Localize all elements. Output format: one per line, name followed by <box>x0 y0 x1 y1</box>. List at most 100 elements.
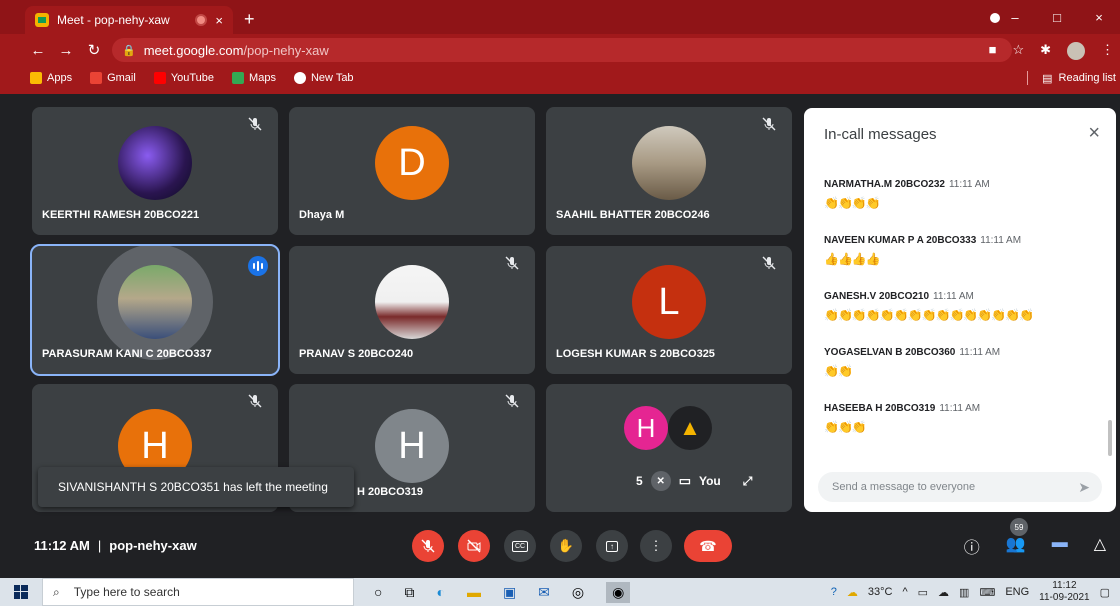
message-text: 👍👍👍👍 <box>824 252 881 266</box>
toolbar-actions: ■ ☆ ✱ ⋮ <box>989 42 1114 60</box>
language-indicator[interactable]: ENG <box>1005 586 1029 598</box>
present-button[interactable]: ↑ <box>596 530 628 562</box>
reload-icon[interactable]: ↻ <box>80 41 108 59</box>
participant-tile[interactable]: PRANAV S 20BCO240 <box>289 246 535 374</box>
hand-icon: ✋ <box>557 538 575 553</box>
chat-icon[interactable]: ▬ <box>1052 534 1068 558</box>
send-icon[interactable]: ➤ <box>1078 479 1090 496</box>
battery-icon: ▭ <box>917 586 929 599</box>
address-bar[interactable]: 🔒 meet.google.com /pop-nehy-xaw <box>112 38 1012 62</box>
meeting-details-icon[interactable]: ⓘ <box>964 534 980 558</box>
back-arrow-icon[interactable]: ← <box>24 42 52 59</box>
chat-message: GANESH.V 20BCO210 11:11 AM 👏👏👏👏👏👏👏👏👏👏👏👏👏👏… <box>824 286 1034 322</box>
bookmark-label: YouTube <box>170 72 215 84</box>
raise-hand-button[interactable]: ✋ <box>550 530 582 562</box>
windows-taskbar: ⌕ Type here to search ○ ⧉ ◐ ▬ ▣ ✉ ◎ ◉ ? … <box>0 578 1120 606</box>
bookmark-maps[interactable]: Maps <box>232 72 276 84</box>
avatar: D <box>375 126 449 200</box>
participant-tile[interactable]: L LOGESH KUMAR S 20BCO325 <box>546 246 792 374</box>
windows-logo-icon <box>14 585 28 599</box>
message-text: 👏👏👏👏 <box>824 196 881 210</box>
bookmark-apps[interactable]: Apps <box>30 72 72 84</box>
windows-start-button[interactable] <box>0 585 42 599</box>
taskbar-clock[interactable]: 11:12 11-09-2021 <box>1039 580 1089 604</box>
reading-list-label: Reading list <box>1058 72 1116 84</box>
close-chat-button[interactable]: × <box>1088 122 1100 145</box>
gmail-icon <box>90 72 103 84</box>
edge-icon[interactable]: ◐ <box>436 584 444 600</box>
camera-icon[interactable]: ■ <box>989 42 997 60</box>
people-icon[interactable]: 👥 <box>1006 534 1026 558</box>
window-controls: – □ × <box>994 0 1120 34</box>
bookmark-new-tab[interactable]: New Tab <box>293 72 354 84</box>
bookmarks-bar: Apps Gmail YouTube Maps New Tab <box>0 66 1120 90</box>
forward-arrow-icon[interactable]: → <box>52 42 80 59</box>
reading-list-button[interactable]: ▤ Reading list <box>1027 71 1116 85</box>
tab-close-icon[interactable]: × <box>215 13 223 28</box>
message-text: 👏👏👏👏👏👏👏👏👏👏👏👏👏👏👏 <box>824 308 1034 322</box>
cortana-icon[interactable]: ○ <box>374 584 382 600</box>
avatar <box>632 126 706 200</box>
profile-avatar[interactable] <box>1067 42 1085 60</box>
participant-tile[interactable]: KEERTHI RAMESH 20BCO221 <box>32 107 278 235</box>
chat-title: In-call messages <box>824 126 937 143</box>
bookmark-gmail[interactable]: Gmail <box>90 72 136 84</box>
tray-chevron-icon[interactable]: ^ <box>902 586 907 598</box>
star-icon[interactable]: ☆ <box>1012 42 1024 60</box>
avatar: H <box>624 406 668 450</box>
minimize-button[interactable]: – <box>994 10 1036 25</box>
task-view-icon[interactable]: ⧉ <box>404 584 414 601</box>
tab-meet[interactable]: Meet - pop-nehy-xaw × <box>25 6 233 34</box>
browser-toolbar: ← → ↻ 🔒 meet.google.com /pop-nehy-xaw ■ … <box>0 34 1120 66</box>
camera-off-icon[interactable]: ▭ <box>679 473 691 489</box>
menu-kebab-icon[interactable]: ⋮ <box>1101 42 1114 60</box>
extensions-icon[interactable]: ✱ <box>1040 42 1051 60</box>
app-icon[interactable]: ◎ <box>572 584 584 601</box>
expand-icon[interactable]: ⤢ <box>743 474 753 489</box>
captions-icon: CC <box>511 540 529 552</box>
mic-off-icon <box>760 117 778 135</box>
mic-off-icon[interactable]: ✕ <box>650 471 671 491</box>
participant-tile[interactable]: D Dhaya M <box>289 107 535 235</box>
participant-name: Dhaya M <box>299 209 345 221</box>
avatar <box>375 265 449 339</box>
bookmark-youtube[interactable]: YouTube <box>153 72 215 84</box>
chat-panel: In-call messages × NARMATHA.M 20BCO232 11… <box>804 108 1116 512</box>
bookmark-label: Gmail <box>107 72 136 84</box>
participant-tile-active-speaker[interactable]: PARASURAM KANI C 20BCO337 <box>30 244 280 376</box>
mic-off-icon <box>421 539 435 553</box>
apps-grid-icon <box>30 72 42 84</box>
mic-off-button[interactable] <box>412 530 444 562</box>
store-icon[interactable]: ▣ <box>503 584 516 601</box>
chat-input[interactable]: Send a message to everyone ➤ <box>818 472 1102 502</box>
maximize-button[interactable]: □ <box>1036 10 1078 25</box>
search-placeholder: Type here to search <box>73 585 180 599</box>
notifications-icon[interactable]: ▢ <box>1100 586 1110 599</box>
activities-icon[interactable]: △ <box>1094 534 1106 558</box>
message-time: 11:11 AM <box>933 291 974 302</box>
leave-call-button[interactable]: ☎ <box>684 530 732 562</box>
notification-toast: SIVANISHANTH S 20BCO351 has left the mee… <box>38 467 354 507</box>
new-tab-button[interactable]: + <box>244 9 255 30</box>
others-count: 5 <box>636 474 643 488</box>
window-close-button[interactable]: × <box>1078 10 1120 25</box>
globe-icon <box>293 72 306 84</box>
participant-name: H 20BCO319 <box>357 486 424 498</box>
cloud-icon: ☁ <box>938 586 950 599</box>
participant-tile[interactable]: SAAHIL BHATTER 20BCO246 <box>546 107 792 235</box>
bookmark-label: Apps <box>47 72 73 84</box>
captions-button[interactable]: CC <box>504 530 536 562</box>
camera-off-button[interactable] <box>458 530 490 562</box>
mail-icon[interactable]: ✉ <box>538 584 550 601</box>
file-explorer-icon[interactable]: ▬ <box>467 584 481 600</box>
chrome-icon[interactable]: ◉ <box>606 581 631 603</box>
chat-message: NAVEEN KUMAR P A 20BCO333 11:11 AM 👍👍👍👍 <box>824 230 1021 266</box>
weather-temp[interactable]: 33°C <box>868 586 893 598</box>
more-vert-icon: ⋮ <box>649 538 663 553</box>
keyboard-icon[interactable]: ⌨ <box>979 586 995 599</box>
more-options-button[interactable]: ⋮ <box>640 530 672 562</box>
help-icon[interactable]: ? <box>831 586 837 598</box>
network-icon[interactable]: ▥ <box>959 586 969 599</box>
taskbar-search[interactable]: ⌕ Type here to search <box>42 578 354 606</box>
chat-scrollbar[interactable] <box>1108 420 1112 456</box>
